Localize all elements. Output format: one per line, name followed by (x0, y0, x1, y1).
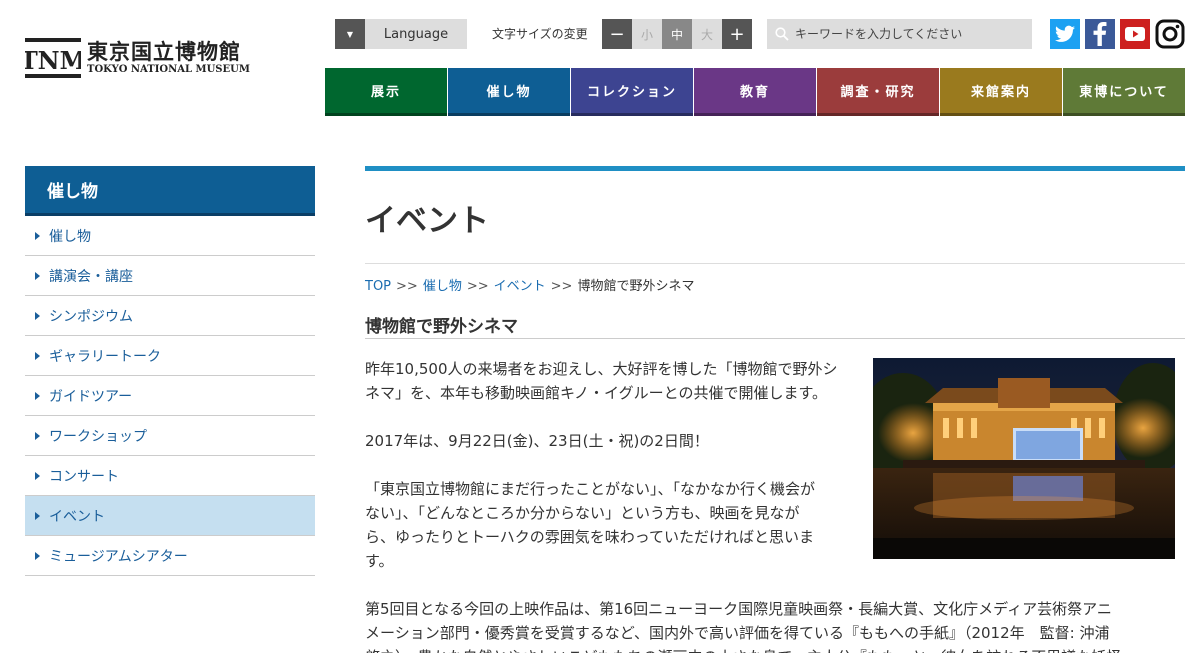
instagram-icon (1155, 19, 1185, 49)
language-label: Language (383, 26, 449, 42)
main-accent-bar (365, 166, 1185, 171)
paragraph-line: メーション部門・優秀賞を受賞するなど、国内外で高い評価を得ている『ももへの手紙』… (365, 624, 1110, 642)
nav-collection[interactable]: コレクション (571, 68, 693, 116)
sidebar-item-gallery-talk[interactable]: ギャラリートーク (25, 336, 315, 376)
sidebar-item-label: シンポジウム (49, 308, 133, 325)
nav-education[interactable]: 教育 (694, 68, 816, 116)
triangle-right-icon (35, 231, 40, 240)
sidebar-item-event[interactable]: イベント (25, 496, 315, 536)
sidebar-heading: 催し物 (25, 166, 315, 216)
article-title: 博物館で野外シネマ (365, 317, 518, 337)
triangle-right-icon (35, 271, 40, 280)
search-icon[interactable] (775, 27, 789, 41)
sidebar-item-label: ワークショップ (49, 428, 147, 445)
youtube-link[interactable] (1120, 19, 1150, 49)
chevron-down-icon: ▼ (335, 19, 365, 49)
triangle-right-icon (35, 351, 40, 360)
breadcrumb-separator: >> (396, 279, 418, 294)
sidebar-item-label: 催し物 (49, 228, 91, 245)
sidebar-item-guided-tour[interactable]: ガイドツアー (25, 376, 315, 416)
nav-events[interactable]: 催し物 (448, 68, 570, 116)
paragraph-line: 啓之）。豊かな自然とやさしいこどもたちの瀬戸内の小さな島で、主人公『もも』と、彼… (365, 645, 1121, 653)
font-size-increase-button[interactable]: + (722, 19, 752, 49)
twitter-link[interactable] (1050, 19, 1080, 49)
logo-name-jp: 東京国立博物館 (87, 39, 241, 64)
sidebar-item-museum-theater[interactable]: ミュージアムシアター (25, 536, 315, 576)
tnm-logo-icon: TNM (25, 38, 81, 78)
paragraph-line: ない」、「どんなところか分からない」という方も、映画を見なが (365, 504, 800, 522)
museum-logo[interactable]: TNM 東京国立博物館 TOKYO NATIONAL MUSEUM (25, 38, 255, 80)
sidebar: 催し物 催し物 講演会・講座 シンポジウム ギャラリートーク ガイドツアー ワー… (25, 166, 315, 576)
paragraph-line: 2017年は、9月22日(金)、23日(土・祝)の2日間！ (365, 432, 709, 450)
font-size-label: 文字サイズの変更 (492, 27, 588, 41)
sidebar-item-label: ギャラリートーク (49, 348, 161, 365)
nav-visit[interactable]: 来館案内 (940, 68, 1062, 116)
outdoor-cinema-photo (873, 358, 1175, 559)
triangle-right-icon (35, 311, 40, 320)
sidebar-item-symposium[interactable]: シンポジウム (25, 296, 315, 336)
language-button[interactable]: ▼ Language (335, 19, 467, 49)
font-size-decrease-button[interactable]: − (602, 19, 632, 49)
paragraph-line: 「東京国立博物館にまだ行ったことがない」、「なかなか行く機会が (365, 480, 816, 498)
article-title-divider (365, 338, 1185, 339)
triangle-right-icon (35, 511, 40, 520)
nav-exhibitions[interactable]: 展示 (325, 68, 447, 116)
facebook-link[interactable] (1085, 19, 1115, 49)
triangle-right-icon (35, 391, 40, 400)
logo-mark-text: TNM (25, 46, 81, 75)
font-size-large-button[interactable]: 大 (692, 19, 722, 49)
triangle-right-icon (35, 471, 40, 480)
sidebar-item-label: イベント (49, 508, 105, 525)
breadcrumb-current: 博物館で野外シネマ (577, 279, 695, 294)
triangle-right-icon (35, 431, 40, 440)
sidebar-item-label: 講演会・講座 (49, 268, 133, 285)
twitter-icon (1055, 25, 1075, 42)
breadcrumb-separator: >> (466, 279, 489, 294)
font-size-small-button[interactable]: 小 (632, 19, 662, 49)
paragraph-line: ネマ」を、本年も移動映画館キノ・イグルーとの共催で開催します。 (365, 384, 828, 402)
paragraph-line: す。 (365, 552, 394, 570)
youtube-icon (1125, 27, 1145, 41)
sidebar-item-label: ガイドツアー (49, 388, 133, 405)
breadcrumb-separator: >> (550, 279, 573, 294)
sidebar-item-label: コンサート (49, 468, 119, 485)
sidebar-item-lectures[interactable]: 講演会・講座 (25, 256, 315, 296)
page-title: イベント (365, 203, 489, 239)
breadcrumb-event-link[interactable]: イベント (494, 279, 546, 294)
paragraph-line: 昨年10,500人の来場者をお迎えし、大好評を博した「博物館で野外シ (365, 360, 838, 378)
instagram-link[interactable] (1155, 19, 1185, 49)
nav-about[interactable]: 東博について (1063, 68, 1185, 116)
nav-research[interactable]: 調査・研究 (817, 68, 939, 116)
triangle-right-icon (35, 551, 40, 560)
sidebar-item-label: ミュージアムシアター (49, 548, 188, 565)
sidebar-item-concert[interactable]: コンサート (25, 456, 315, 496)
breadcrumb-top-link[interactable]: TOP (365, 279, 391, 294)
logo-name-en: TOKYO NATIONAL MUSEUM (87, 64, 250, 75)
breadcrumb-events-link[interactable]: 催し物 (423, 279, 462, 294)
search-input[interactable] (795, 27, 1015, 41)
global-navigation: 展示 催し物 コレクション 教育 調査・研究 来館案内 東博について (325, 68, 1186, 116)
font-size-medium-button[interactable]: 中 (662, 19, 692, 49)
sidebar-item-workshop[interactable]: ワークショップ (25, 416, 315, 456)
sidebar-item-events-top[interactable]: 催し物 (25, 216, 315, 256)
facebook-icon (1093, 22, 1107, 46)
font-size-controls: − 小 中 大 + (602, 19, 752, 49)
paragraph-line: ら、ゆったりとトーハクの雰囲気を味わっていただければと思いま (365, 528, 814, 546)
paragraph-line: 第5回目となる今回の上映作品は、第16回ニューヨーク国際児童映画祭・長編大賞、文… (365, 600, 1112, 618)
search-box (767, 19, 1032, 49)
title-divider (365, 263, 1185, 264)
breadcrumb: TOP >> 催し物 >> イベント >> 博物館で野外シネマ (365, 275, 694, 294)
